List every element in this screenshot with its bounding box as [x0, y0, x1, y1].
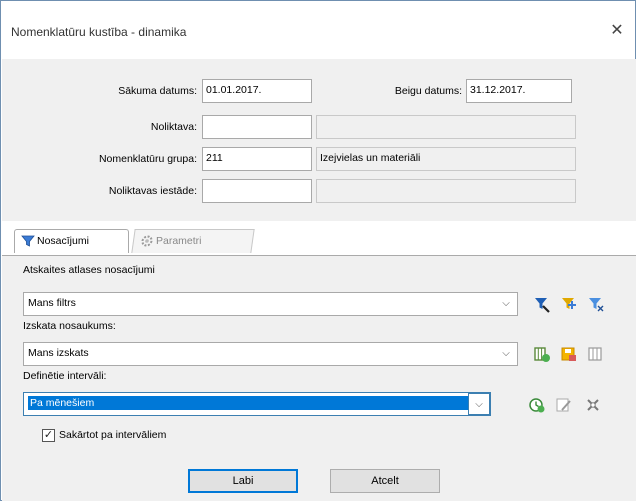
filter-clear-icon[interactable] — [587, 295, 605, 313]
report-filter-value: Mans filtrs — [28, 297, 76, 309]
warehouse-label: Noliktava: — [150, 121, 197, 133]
end-date-label: Beigu datums: — [394, 85, 462, 97]
window-title: Nomenklatūru kustība - dinamika — [11, 25, 187, 39]
filter-add-icon[interactable] — [560, 295, 578, 313]
report-filter-select[interactable]: Mans filtrs ⌵ — [23, 292, 518, 316]
warehouse-site-label: Noliktavas iestāde: — [108, 185, 197, 197]
sort-by-intervals-checkbox[interactable]: ✓ — [42, 429, 55, 442]
cancel-button[interactable]: Atcelt — [330, 469, 440, 493]
gear-icon — [141, 235, 153, 247]
dialog-window: Nomenklatūru kustība - dinamika ✕ Sākuma… — [0, 0, 636, 501]
intervals-value: Pa mēnešiem — [28, 396, 468, 410]
interval-edit-icon[interactable] — [555, 396, 573, 414]
warehouse-name-field — [316, 115, 576, 139]
tab-conditions[interactable]: Nosacījumi — [14, 229, 129, 253]
close-button[interactable]: ✕ — [607, 21, 627, 41]
start-date-input[interactable]: 01.01.2017. — [202, 79, 312, 103]
warehouse-site-name-field — [316, 179, 576, 203]
group-label: Nomenklatūru grupa: — [98, 153, 197, 165]
filter-icon — [21, 235, 35, 247]
intervals-select[interactable]: Pa mēnešiem ⌵ — [23, 392, 491, 416]
view-name-select[interactable]: Mans izskats ⌵ — [23, 342, 518, 366]
group-name-field: Izejvielas un materiāli — [316, 147, 576, 171]
filter-edit-icon[interactable] — [533, 295, 551, 313]
view-save-icon[interactable] — [560, 345, 578, 363]
chevron-down-icon[interactable]: ⌵ — [499, 347, 513, 361]
filter-panel: Sākuma datums: 01.01.2017. Beigu datums:… — [2, 59, 636, 221]
warehouse-site-code-input[interactable] — [202, 179, 312, 203]
chevron-down-icon[interactable]: ⌵ — [468, 393, 490, 415]
chevron-down-icon[interactable]: ⌵ — [499, 297, 513, 311]
title-bar: Nomenklatūru kustība - dinamika ✕ — [1, 1, 635, 59]
end-date-input[interactable]: 31.12.2017. — [466, 79, 572, 103]
start-date-label: Sākuma datums: — [118, 85, 197, 97]
report-filter-label: Atskaites atlases nosacījumi — [23, 264, 155, 276]
tab-conditions-label: Nosacījumi — [37, 235, 89, 247]
view-columns-icon[interactable] — [533, 345, 551, 363]
ok-button[interactable]: Labi — [188, 469, 298, 493]
tab-parameters-label: Parametri — [156, 235, 202, 247]
conditions-panel: Atskaites atlases nosacījumi Mans filtrs… — [2, 255, 636, 501]
tab-strip: Nosacījumi Parametri — [2, 221, 636, 255]
group-code-input[interactable]: 211 — [202, 147, 312, 171]
tab-parameters[interactable]: Parametri — [131, 229, 255, 253]
view-name-value: Mans izskats — [28, 347, 89, 359]
sort-by-intervals-label: Sakārtot pa intervāliem — [59, 429, 167, 441]
intervals-label: Definētie intervāli: — [23, 370, 107, 382]
warehouse-code-input[interactable] — [202, 115, 312, 139]
interval-delete-icon[interactable] — [584, 396, 602, 414]
view-delete-icon[interactable] — [587, 345, 605, 363]
interval-add-icon[interactable] — [528, 396, 546, 414]
view-name-label: Izskata nosaukums: — [23, 320, 116, 332]
